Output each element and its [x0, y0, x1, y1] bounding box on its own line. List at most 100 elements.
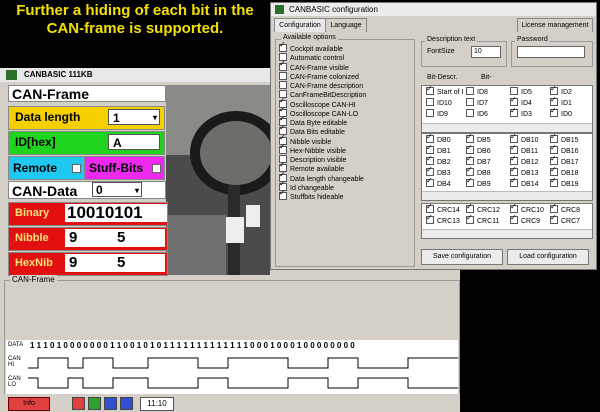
- option-item[interactable]: Automatic control: [279, 53, 366, 63]
- stuff-bits-checkbox[interactable]: [152, 164, 161, 173]
- remote-checkbox[interactable]: [72, 164, 81, 173]
- option-checkbox[interactable]: [279, 189, 287, 200]
- bit-checkbox[interactable]: [466, 165, 474, 176]
- bit-checkbox[interactable]: [510, 106, 518, 117]
- option-item[interactable]: CAN-Frame colonized: [279, 71, 366, 82]
- bit-option[interactable]: DB19: [550, 176, 579, 188]
- horizontal-scrollbar[interactable]: [422, 123, 592, 132]
- bit-checkbox[interactable]: [466, 143, 474, 154]
- bit-checkbox[interactable]: [550, 176, 558, 187]
- option-item[interactable]: Data length changeable: [279, 171, 366, 184]
- bit-checkbox[interactable]: [426, 98, 434, 106]
- hexnib-value[interactable]: 9 5: [65, 254, 165, 272]
- bit-option[interactable]: CRC13: [426, 213, 460, 225]
- bit-checkbox[interactable]: [466, 132, 474, 143]
- option-item[interactable]: CAN-Frame visible: [279, 60, 366, 73]
- bit-option[interactable]: ID0: [550, 106, 572, 118]
- binary-value[interactable]: 10010101: [65, 204, 167, 222]
- bit-checkbox[interactable]: [550, 202, 558, 213]
- bit-checkbox[interactable]: [426, 213, 434, 224]
- bit-option[interactable]: DB14: [510, 176, 539, 188]
- bit-checkbox[interactable]: [550, 106, 558, 117]
- option-checkbox[interactable]: [279, 143, 287, 154]
- bit-checkbox[interactable]: [426, 176, 434, 187]
- bit-checkbox[interactable]: [466, 109, 474, 117]
- save-configuration-button[interactable]: Save configuration: [421, 249, 503, 265]
- bit-checkbox[interactable]: [426, 109, 434, 117]
- option-item[interactable]: Id changeable: [279, 180, 366, 193]
- option-item[interactable]: CanFrameBitDescription: [279, 90, 366, 100]
- bit-checkbox[interactable]: [466, 98, 474, 106]
- option-item[interactable]: Oscilloscope CAN-LO: [279, 106, 366, 119]
- bit-checkbox[interactable]: [466, 176, 474, 187]
- bit-checkbox[interactable]: [550, 95, 558, 106]
- option-item[interactable]: Description visible: [279, 155, 366, 165]
- bit-option[interactable]: CRC11: [466, 213, 499, 225]
- can-data-select[interactable]: 0 ▾: [92, 182, 142, 197]
- info-button[interactable]: Info: [8, 397, 50, 411]
- bit-checkbox[interactable]: [510, 143, 518, 154]
- stop-button[interactable]: [72, 397, 85, 410]
- bit-checkbox[interactable]: [426, 132, 434, 143]
- bit-checkbox[interactable]: [550, 84, 558, 95]
- bit-checkbox[interactable]: [510, 176, 518, 187]
- bit-option[interactable]: Start of I: [426, 84, 463, 96]
- data-length-select[interactable]: 1 ▾: [108, 109, 160, 125]
- bit-checkbox[interactable]: [466, 87, 474, 95]
- option-checkbox[interactable]: [279, 71, 287, 80]
- nibble-value[interactable]: 9 5: [65, 229, 165, 247]
- option-item[interactable]: Stuffbits hideable: [279, 189, 366, 202]
- bit-checkbox[interactable]: [510, 95, 518, 106]
- load-configuration-button[interactable]: Load configuration: [507, 249, 589, 265]
- tab-configuration[interactable]: Configuration: [274, 18, 326, 32]
- bit-checkbox[interactable]: [550, 154, 558, 165]
- option-item[interactable]: Hex-Nibble visible: [279, 143, 366, 156]
- password-input[interactable]: [517, 46, 585, 58]
- fontsize-input[interactable]: 10: [471, 46, 501, 58]
- bit-checkbox[interactable]: [466, 154, 474, 165]
- horizontal-scrollbar[interactable]: [422, 229, 592, 238]
- bit-checkbox[interactable]: [426, 84, 434, 95]
- bit-option[interactable]: ID3: [510, 106, 532, 118]
- option-checkbox[interactable]: [279, 41, 287, 52]
- bit-checkbox[interactable]: [550, 213, 558, 224]
- bit-checkbox[interactable]: [550, 132, 558, 143]
- forward-button[interactable]: [120, 397, 133, 410]
- bit-option[interactable]: ID10: [426, 98, 452, 107]
- bit-option[interactable]: CRC7: [550, 213, 580, 225]
- bit-checkbox[interactable]: [510, 154, 518, 165]
- option-checkbox[interactable]: [279, 60, 287, 71]
- option-checkbox[interactable]: [279, 81, 287, 89]
- record-button[interactable]: [88, 397, 101, 410]
- bit-option[interactable]: CRC9: [510, 213, 540, 225]
- option-item[interactable]: Oscilloscope CAN-HI: [279, 97, 366, 110]
- bit-checkbox[interactable]: [550, 165, 558, 176]
- option-item[interactable]: Data Byte editable: [279, 115, 366, 128]
- bit-option[interactable]: ID7: [466, 98, 488, 107]
- option-item[interactable]: CAN-Frame description: [279, 81, 366, 91]
- bit-checkbox[interactable]: [510, 165, 518, 176]
- option-item[interactable]: Data Bits editable: [279, 124, 366, 137]
- horizontal-scrollbar[interactable]: [422, 191, 592, 200]
- tab-language[interactable]: Language: [325, 18, 367, 32]
- bit-checkbox[interactable]: [550, 143, 558, 154]
- bit-checkbox[interactable]: [426, 143, 434, 154]
- tab-license-management[interactable]: License management: [517, 18, 593, 32]
- bit-checkbox[interactable]: [466, 213, 474, 224]
- rewind-button[interactable]: [104, 397, 117, 410]
- bit-option[interactable]: ID9: [426, 109, 448, 118]
- bit-checkbox[interactable]: [510, 213, 518, 224]
- bit-checkbox[interactable]: [426, 165, 434, 176]
- id-field[interactable]: A: [108, 134, 160, 150]
- bit-checkbox[interactable]: [426, 154, 434, 165]
- option-item[interactable]: Cockpit available: [279, 41, 366, 54]
- bit-checkbox[interactable]: [466, 202, 474, 213]
- bit-option[interactable]: ID8: [466, 87, 488, 96]
- bit-option[interactable]: DB9: [466, 176, 491, 188]
- bit-checkbox[interactable]: [510, 202, 518, 213]
- bit-checkbox[interactable]: [426, 202, 434, 213]
- bit-option[interactable]: DB4: [426, 176, 451, 188]
- bit-checkbox[interactable]: [510, 87, 518, 95]
- bit-option[interactable]: ID6: [466, 109, 488, 118]
- option-item[interactable]: Remote available: [279, 161, 366, 174]
